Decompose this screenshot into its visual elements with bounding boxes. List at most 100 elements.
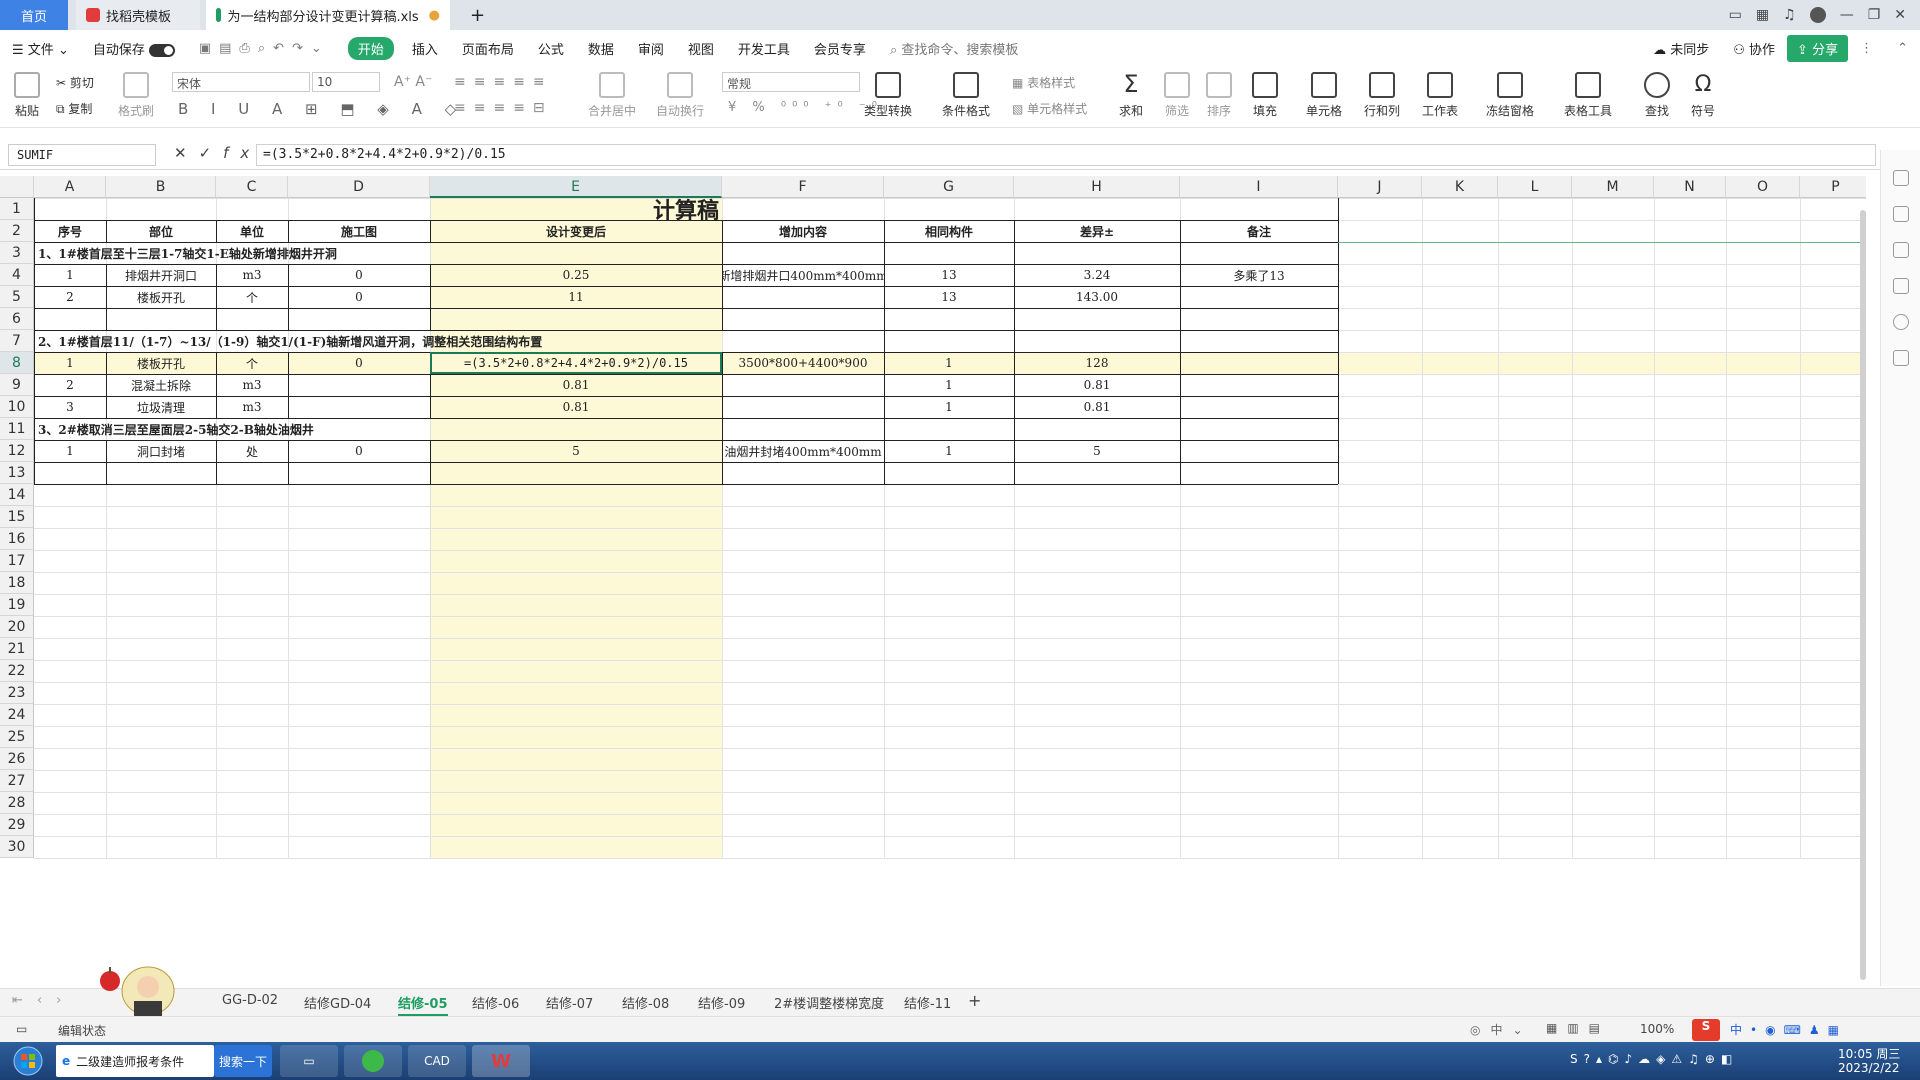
row-header-24[interactable]: 24 [0, 704, 34, 726]
select-icon[interactable] [1893, 170, 1909, 186]
row-header-28[interactable]: 28 [0, 792, 34, 814]
table-header-cell[interactable]: 部位 [106, 220, 216, 242]
column-header-f[interactable]: F [722, 176, 884, 198]
sliders-icon[interactable] [1893, 206, 1909, 222]
table-cell[interactable]: 多乘了13 [1180, 264, 1338, 286]
row-header-26[interactable]: 26 [0, 748, 34, 770]
row-header-20[interactable]: 20 [0, 616, 34, 638]
section-heading[interactable]: 3、2#楼取消三层至屋面层2-5轴交2-B轴处油烟井 [34, 418, 722, 440]
autosave-toggle[interactable]: 自动保存 [81, 39, 187, 58]
table-cell[interactable]: 1 [34, 440, 106, 462]
table-header-cell[interactable]: 单位 [216, 220, 288, 242]
explorer-icon[interactable]: ▭ [280, 1045, 338, 1077]
cell-button[interactable]: 单元格 [1306, 72, 1342, 119]
font-name-select[interactable]: 宋体 [172, 72, 310, 92]
table-cell[interactable]: 3 [34, 396, 106, 418]
table-cell[interactable]: 2 [34, 374, 106, 396]
menu-formula[interactable]: 公式 [526, 39, 576, 58]
row-header-30[interactable]: 30 [0, 836, 34, 858]
table-header-cell[interactable]: 增加内容 [722, 220, 884, 242]
table-cell[interactable]: 楼板开孔 [106, 286, 216, 308]
table-cell[interactable]: 处 [216, 440, 288, 462]
map-icon[interactable] [1893, 314, 1909, 330]
table-cell[interactable]: 5 [1014, 440, 1180, 462]
vertical-scrollbar[interactable] [1860, 210, 1866, 980]
worksheet-button[interactable]: 工作表 [1422, 72, 1458, 119]
fill-button[interactable]: 填充 [1252, 72, 1278, 119]
sheet-nav-icons[interactable]: ⇤‹› [12, 993, 75, 1008]
menu-insert[interactable]: 插入 [400, 39, 450, 58]
row-header-29[interactable]: 29 [0, 814, 34, 836]
tab-document[interactable]: 为一结构部分设计变更计算稿.xls ● [206, 0, 450, 30]
table-header-cell[interactable]: 施工图 [288, 220, 430, 242]
row-header-22[interactable]: 22 [0, 660, 34, 682]
table-cell[interactable]: 0.81 [1014, 396, 1180, 418]
bell-icon[interactable]: ♫ [1783, 7, 1796, 23]
freeze-button[interactable]: 冻结窗格 [1486, 72, 1534, 119]
sheet-tab[interactable]: 结修-06 [472, 993, 519, 1012]
column-header-i[interactable]: I [1180, 176, 1338, 198]
table-cell[interactable]: 个 [216, 286, 288, 308]
table-cell[interactable]: 1 [884, 374, 1014, 396]
row-header-14[interactable]: 14 [0, 484, 34, 506]
menu-member[interactable]: 会员专享 [802, 39, 878, 58]
table-cell[interactable]: 垃圾清理 [106, 396, 216, 418]
row-header-1[interactable]: 1 [0, 198, 34, 220]
cell-style-button[interactable]: ▧ 单元格样式 [1012, 100, 1087, 117]
column-header-j[interactable]: J [1338, 176, 1422, 198]
row-header-21[interactable]: 21 [0, 638, 34, 660]
table-cell[interactable]: 0 [288, 286, 430, 308]
sheet-tab[interactable]: 结修-07 [546, 993, 593, 1012]
close-icon[interactable]: ✕ [1894, 7, 1906, 23]
cond-format-button[interactable]: 条件格式 [942, 72, 990, 119]
table-header-cell[interactable]: 序号 [34, 220, 106, 242]
clock-date[interactable]: 2023/2/22 [1838, 1061, 1900, 1075]
layout-view-icons[interactable]: ▦▥▤ [1546, 1021, 1610, 1035]
number-format-select[interactable]: 常规 [722, 72, 860, 92]
table-cell[interactable]: m3 [216, 374, 288, 396]
wrap-button[interactable]: 自动换行 [656, 72, 704, 119]
symbol-button[interactable]: Ω 符号 [1690, 72, 1716, 119]
tab-template[interactable]: 找稻壳模板 [76, 0, 200, 30]
table-cell[interactable]: 2 [34, 286, 106, 308]
ie-search-box[interactable]: e 二级建造师报考条件 [56, 1045, 214, 1077]
sogou-icon[interactable]: S [1692, 1019, 1720, 1041]
row-header-27[interactable]: 27 [0, 770, 34, 792]
table-header-cell[interactable]: 差异± [1014, 220, 1180, 242]
table-cell[interactable]: 0 [288, 440, 430, 462]
menu-review[interactable]: 审阅 [626, 39, 676, 58]
sheet-title[interactable]: 计算稿 [34, 198, 1338, 220]
row-header-13[interactable]: 13 [0, 462, 34, 484]
row-header-17[interactable]: 17 [0, 550, 34, 572]
row-header-18[interactable]: 18 [0, 572, 34, 594]
menu-data[interactable]: 数据 [576, 39, 626, 58]
type-convert-button[interactable]: 类型转换 [864, 72, 912, 119]
table-cell[interactable]: 楼板开孔 [106, 352, 216, 374]
column-header-a[interactable]: A [34, 176, 106, 198]
table-cell[interactable]: 3500*800+4400*900 [722, 352, 884, 374]
table-header-cell[interactable]: 备注 [1180, 220, 1338, 242]
column-header-m[interactable]: M [1572, 176, 1654, 198]
sync-status[interactable]: ☁ 未同步 [1641, 39, 1721, 58]
column-header-h[interactable]: H [1014, 176, 1180, 198]
table-cell[interactable]: 0 [288, 352, 430, 374]
row-header-10[interactable]: 10 [0, 396, 34, 418]
cut-button[interactable]: ✂ 剪切 [56, 74, 94, 91]
select-all-corner[interactable] [0, 176, 34, 198]
table-cell[interactable]: 排烟井开洞口 [106, 264, 216, 286]
360-browser-icon[interactable] [344, 1045, 402, 1077]
restore-icon[interactable]: ❐ [1868, 7, 1881, 23]
number-icons[interactable]: ¥ % ⁰⁰⁰ ⁺⁰ ⁻⁰ [728, 100, 883, 115]
table-cell[interactable]: 1 [884, 396, 1014, 418]
column-header-d[interactable]: D [288, 176, 430, 198]
table-cell[interactable]: 128 [1014, 352, 1180, 374]
image-icon[interactable] [1893, 278, 1909, 294]
section-heading[interactable]: 1、1#楼首层至十三层1-7轴交1-E轴处新增排烟井开洞 [34, 242, 722, 264]
table-header-cell[interactable]: 设计变更后 [430, 220, 722, 242]
table-cell[interactable]: 143.00 [1014, 286, 1180, 308]
table-cell[interactable]: 个 [216, 352, 288, 374]
cad-icon[interactable]: CAD [408, 1045, 466, 1077]
row-header-23[interactable]: 23 [0, 682, 34, 704]
row-header-12[interactable]: 12 [0, 440, 34, 462]
column-header-g[interactable]: G [884, 176, 1014, 198]
